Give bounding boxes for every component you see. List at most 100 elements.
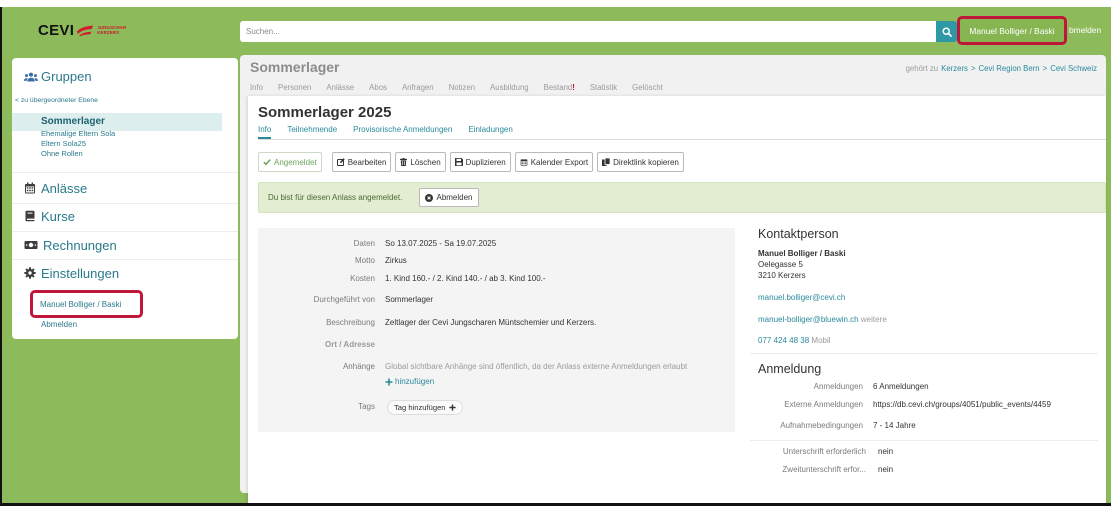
signature-row-second: Zweitunterschrift erfor... nein (758, 464, 1098, 476)
breadcrumb: gehört zu Kerzers > Cevi Region Bern > C… (906, 64, 1097, 73)
sidebar-item-user-profile[interactable]: Manuel Bolliger / Baski (30, 290, 143, 318)
signature-value: nein (878, 465, 894, 474)
tab-anfragen[interactable]: Anfragen (402, 83, 434, 92)
signature-label: Unterschrift erforderlich (782, 447, 866, 456)
x-circle-icon (425, 193, 434, 202)
event-tab-teilnehmende[interactable]: Teilnehmende (287, 125, 337, 139)
user-menu-label: Manuel Bolliger / Baski (969, 25, 1055, 36)
tab-bestand[interactable]: Bestand! (544, 83, 575, 92)
sidebar-divider (12, 172, 238, 173)
contact-city: 3210 Kerzers (758, 271, 806, 280)
logo-subtitle-line2: KERZERS (97, 30, 120, 35)
contact-phone[interactable]: 077 424 48 38 (758, 336, 809, 345)
add-tag-label: Tag hinzufügen (394, 403, 446, 412)
search-icon (941, 26, 952, 37)
sidebar-item-logout[interactable]: Abmelden (41, 320, 77, 329)
detail-row-motto: Motto Zirkus (258, 255, 735, 267)
search-input[interactable] (240, 21, 936, 42)
edit-button-label: Bearbeiten (347, 157, 387, 167)
trash-icon (400, 158, 408, 166)
unregister-button-label: Abmelden (436, 193, 473, 202)
external-registration-link[interactable]: https://db.cevi.ch/groups/4051/public_ev… (873, 399, 1051, 411)
logo-wordmark: CEVI (38, 21, 75, 39)
unregister-button[interactable]: Abmelden (419, 188, 479, 207)
sidebar-divider (12, 231, 238, 232)
signature-label: Zweitunterschrift erfor... (782, 465, 866, 474)
detail-label: Daten (353, 239, 375, 248)
sidebar-item-kurse[interactable]: Kurse (24, 207, 75, 225)
tab-anlaesse[interactable]: Anlässe (326, 83, 354, 92)
detail-value: 1. Kind 160.- / 2. Kind 140.- / ab 3. Ki… (385, 274, 546, 283)
add-attachment-link[interactable]: hinzufügen (385, 376, 434, 388)
tab-info[interactable]: Info (250, 83, 263, 92)
action-toolbar: Angemeldet Bearbeiten Löschen Dupliziere… (258, 152, 684, 172)
calendar-export-button[interactable]: Kalender Export (514, 152, 594, 172)
tab-statistik[interactable]: Statistik (590, 83, 617, 92)
registered-button-label: Angemeldet (274, 157, 317, 167)
tab-notizen[interactable]: Notizen (449, 83, 475, 92)
page-title: Sommerlager 2025 (258, 104, 392, 121)
detail-value: Sommerlager (385, 295, 434, 304)
sidebar-item-einstellungen[interactable]: Einstellungen (24, 264, 119, 282)
detail-label: Tags (358, 402, 375, 411)
event-tab-einladungen[interactable]: Einladungen (468, 125, 512, 139)
group-title: Sommerlager (250, 59, 340, 75)
detail-row-ort-adresse: Ort / Adresse (258, 339, 735, 351)
sidebar-item-ehemalige-eltern-sola[interactable]: Ehemalige Eltern Sola (41, 129, 115, 139)
edit-icon (336, 158, 345, 166)
detail-label: Beschreibung (326, 318, 375, 327)
edit-button[interactable]: Bearbeiten (331, 152, 392, 172)
section-divider (750, 440, 1098, 441)
tab-ausbildung[interactable]: Ausbildung (490, 83, 529, 92)
tab-bestand-label: Bestand (543, 83, 573, 92)
attachments-note: Global sichtbare Anhänge sind öffentlich… (385, 362, 688, 371)
add-tag-button[interactable]: Tag hinzufügen (387, 400, 463, 415)
detail-label: Ort / Adresse (325, 340, 375, 349)
search-button[interactable] (936, 21, 957, 42)
event-tab-provisorische-anmeldungen[interactable]: Provisorische Anmeldungen (353, 125, 452, 139)
header-logout-link[interactable]: bmelden (1069, 25, 1101, 35)
sidebar-parent-level-link[interactable]: < zu übergeordneter Ebene (15, 97, 98, 104)
event-tab-info[interactable]: Info (258, 125, 272, 139)
copy-direct-link-button[interactable]: Direktlink kopieren (597, 152, 684, 172)
detail-label: Motto (354, 256, 375, 265)
detail-label: Anhänge (342, 362, 375, 371)
breadcrumb-link-cevi-region-bern[interactable]: Cevi Region Bern (979, 64, 1040, 73)
delete-button[interactable]: Löschen (395, 152, 446, 172)
contact-phone-row: 077 424 48 38 Mobil (758, 335, 831, 347)
registered-button[interactable]: Angemeldet (258, 152, 322, 172)
sidebar-item-eltern-sola25[interactable]: Eltern Sola25 (41, 139, 86, 149)
top-strip (0, 0, 1111, 7)
breadcrumb-link-kerzers[interactable]: Kerzers (941, 64, 968, 73)
detail-label: Durchgeführt von (313, 295, 375, 304)
contact-email-secondary[interactable]: manuel-bolliger@bluewin.ch (758, 315, 859, 324)
cevi-flag-icon (77, 25, 94, 36)
detail-row-durchgefuehrt-von: Durchgeführt von Sommerlager (258, 294, 735, 306)
copy-icon (602, 158, 611, 166)
tab-geloescht[interactable]: Gelöscht (632, 83, 663, 92)
tab-personen[interactable]: Personen (278, 83, 311, 92)
contact-phone-type: Mobil (811, 336, 831, 345)
cevi-logo[interactable]: CEVI JUNGSCHAR KERZERS (38, 20, 126, 40)
sidebar-divider (12, 259, 238, 260)
users-icon (24, 72, 38, 82)
registration-row-externe-anmeldungen: Externe Anmeldungen https://db.cevi.ch/g… (758, 399, 1098, 411)
sidebar-groups-header[interactable]: Gruppen (24, 68, 92, 85)
detail-label: Kosten (350, 274, 375, 283)
registration-label: Anmeldungen (813, 382, 863, 391)
sidebar-user-label: Manuel Bolliger / Baski (40, 299, 122, 309)
sidebar-item-anlaesse[interactable]: Anlässe (24, 179, 87, 197)
gear-icon (24, 267, 36, 279)
calendar-export-button-label: Kalender Export (530, 157, 589, 167)
sidebar-item-label: Kurse (41, 208, 75, 224)
sidebar-item-ohne-rollen[interactable]: Ohne Rollen (41, 149, 83, 159)
breadcrumb-link-cevi-schweiz[interactable]: Cevi Schweiz (1050, 64, 1097, 73)
tab-abos[interactable]: Abos (369, 83, 387, 92)
event-tabs: Info Teilnehmende Provisorische Anmeldun… (258, 125, 513, 139)
contact-column: Kontaktperson Manuel Bolliger / Baski Oe… (750, 96, 1098, 506)
calendar-icon (520, 159, 528, 166)
user-menu-button[interactable]: Manuel Bolliger / Baski (957, 16, 1067, 45)
sidebar-item-rechnungen[interactable]: Rechnungen (24, 236, 117, 254)
duplicate-button[interactable]: Duplizieren (449, 152, 511, 172)
contact-email-primary[interactable]: manuel.bolliger@cevi.ch (758, 292, 845, 304)
